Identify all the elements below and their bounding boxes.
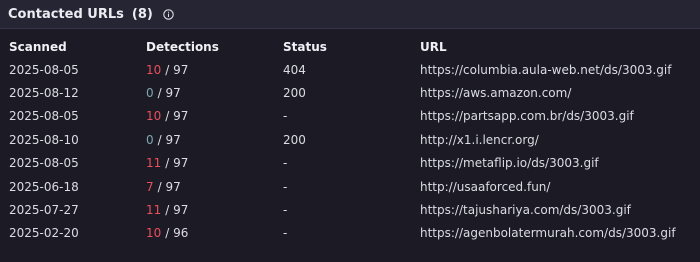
scanned-date: 2025-08-05 [9,62,79,77]
detection-count: 10 [146,109,162,124]
table-header-row: Scanned Detections Status URL [0,36,700,58]
contacted-urls-panel: Contacted URLs (8) Scanned Detections St… [0,0,700,262]
http-status: - [283,203,288,218]
detections-cell: 10/ 96 [146,222,283,245]
table-row[interactable]: 2025-07-27 11/ 97- https://tajushariya.com… [0,198,700,221]
detections-cell: 7/ 97 [146,175,283,198]
url-link[interactable]: http://usaaforced.fun/ [420,175,700,198]
scanned-date: 2025-02-20 [9,226,79,241]
detection-count: 11 [146,203,162,218]
http-status: 404 [283,62,306,77]
column-header-url[interactable]: URL [420,36,700,58]
detection-total: / 97 [165,109,189,124]
http-status: - [283,226,288,241]
detections-cell: 11/ 97 [146,152,283,175]
detection-count: 11 [146,156,162,171]
url-link[interactable]: https://aws.amazon.com/ [420,81,700,104]
detections-cell: 0/ 97 [146,128,283,151]
url-link[interactable]: https://agenbolatermurah.com/ds/3003.gif [420,222,700,245]
detections-cell: 10/ 97 [146,105,283,128]
table-row[interactable]: 2025-08-05 10/ 97- https://partsapp.com.br… [0,105,700,128]
scanned-date: 2025-06-18 [9,179,79,194]
detection-total: / 97 [157,179,181,194]
column-header-detections[interactable]: Detections [146,36,283,58]
url-link[interactable]: https://tajushariya.com/ds/3003.gif [420,198,700,221]
table-row[interactable]: 2025-06-18 7/ 97- http://usaaforced.fun/ [0,175,700,198]
scanned-date: 2025-08-12 [9,86,79,101]
detection-count: 10 [146,62,162,77]
table-row[interactable]: 2025-02-20 10/ 96- https://agenbolatermura… [0,222,700,245]
url-link[interactable]: https://metaflip.io/ds/3003.gif [420,152,700,175]
table-row[interactable]: 2025-08-05 10/ 97 404 https://columbia.aula… [0,58,700,81]
scanned-date: 2025-08-05 [9,156,79,171]
url-count: (8) [131,6,153,22]
http-status: 200 [283,132,306,147]
detection-total: / 97 [157,132,181,147]
detection-total: / 97 [165,156,189,171]
detection-total: / 97 [165,62,189,77]
url-link[interactable]: https://columbia.aula-web.net/ds/3003.gi… [420,58,700,81]
scanned-date: 2025-08-05 [9,109,79,124]
url-link[interactable]: http://x1.i.lencr.org/ [420,128,700,151]
detections-cell: 10/ 97 [146,58,283,81]
http-status: - [283,179,288,194]
table-row[interactable]: 2025-08-05 11/ 97- https://metaflip.io/ds/… [0,152,700,175]
table-row[interactable]: 2025-08-12 0/ 97 200 https://aws.amazon.com… [0,81,700,104]
detection-count: 10 [146,226,162,241]
contacted-urls-table: Scanned Detections Status URL 2025-08-05… [0,36,700,245]
url-link[interactable]: https://partsapp.com.br/ds/3003.gif [420,105,700,128]
detection-count: 0 [146,86,154,101]
detection-count: 7 [146,179,154,194]
detections-cell: 11/ 97 [146,198,283,221]
http-status: - [283,156,288,171]
http-status: 200 [283,86,306,101]
panel-header: Contacted URLs (8) [0,0,700,29]
detections-cell: 0/ 97 [146,81,283,104]
scanned-date: 2025-07-27 [9,203,79,218]
column-header-status[interactable]: Status [283,36,420,58]
http-status: - [283,109,288,124]
detection-total: / 96 [165,226,189,241]
info-icon[interactable] [163,8,174,20]
table-row[interactable]: 2025-08-10 0/ 97 200 http://x1.i.lencr.org/ [0,128,700,151]
detection-total: / 97 [165,203,189,218]
panel-title: Contacted URLs [8,6,124,22]
detection-count: 0 [146,132,154,147]
scanned-date: 2025-08-10 [9,132,79,147]
detection-total: / 97 [157,86,181,101]
column-header-scanned[interactable]: Scanned [0,36,146,58]
